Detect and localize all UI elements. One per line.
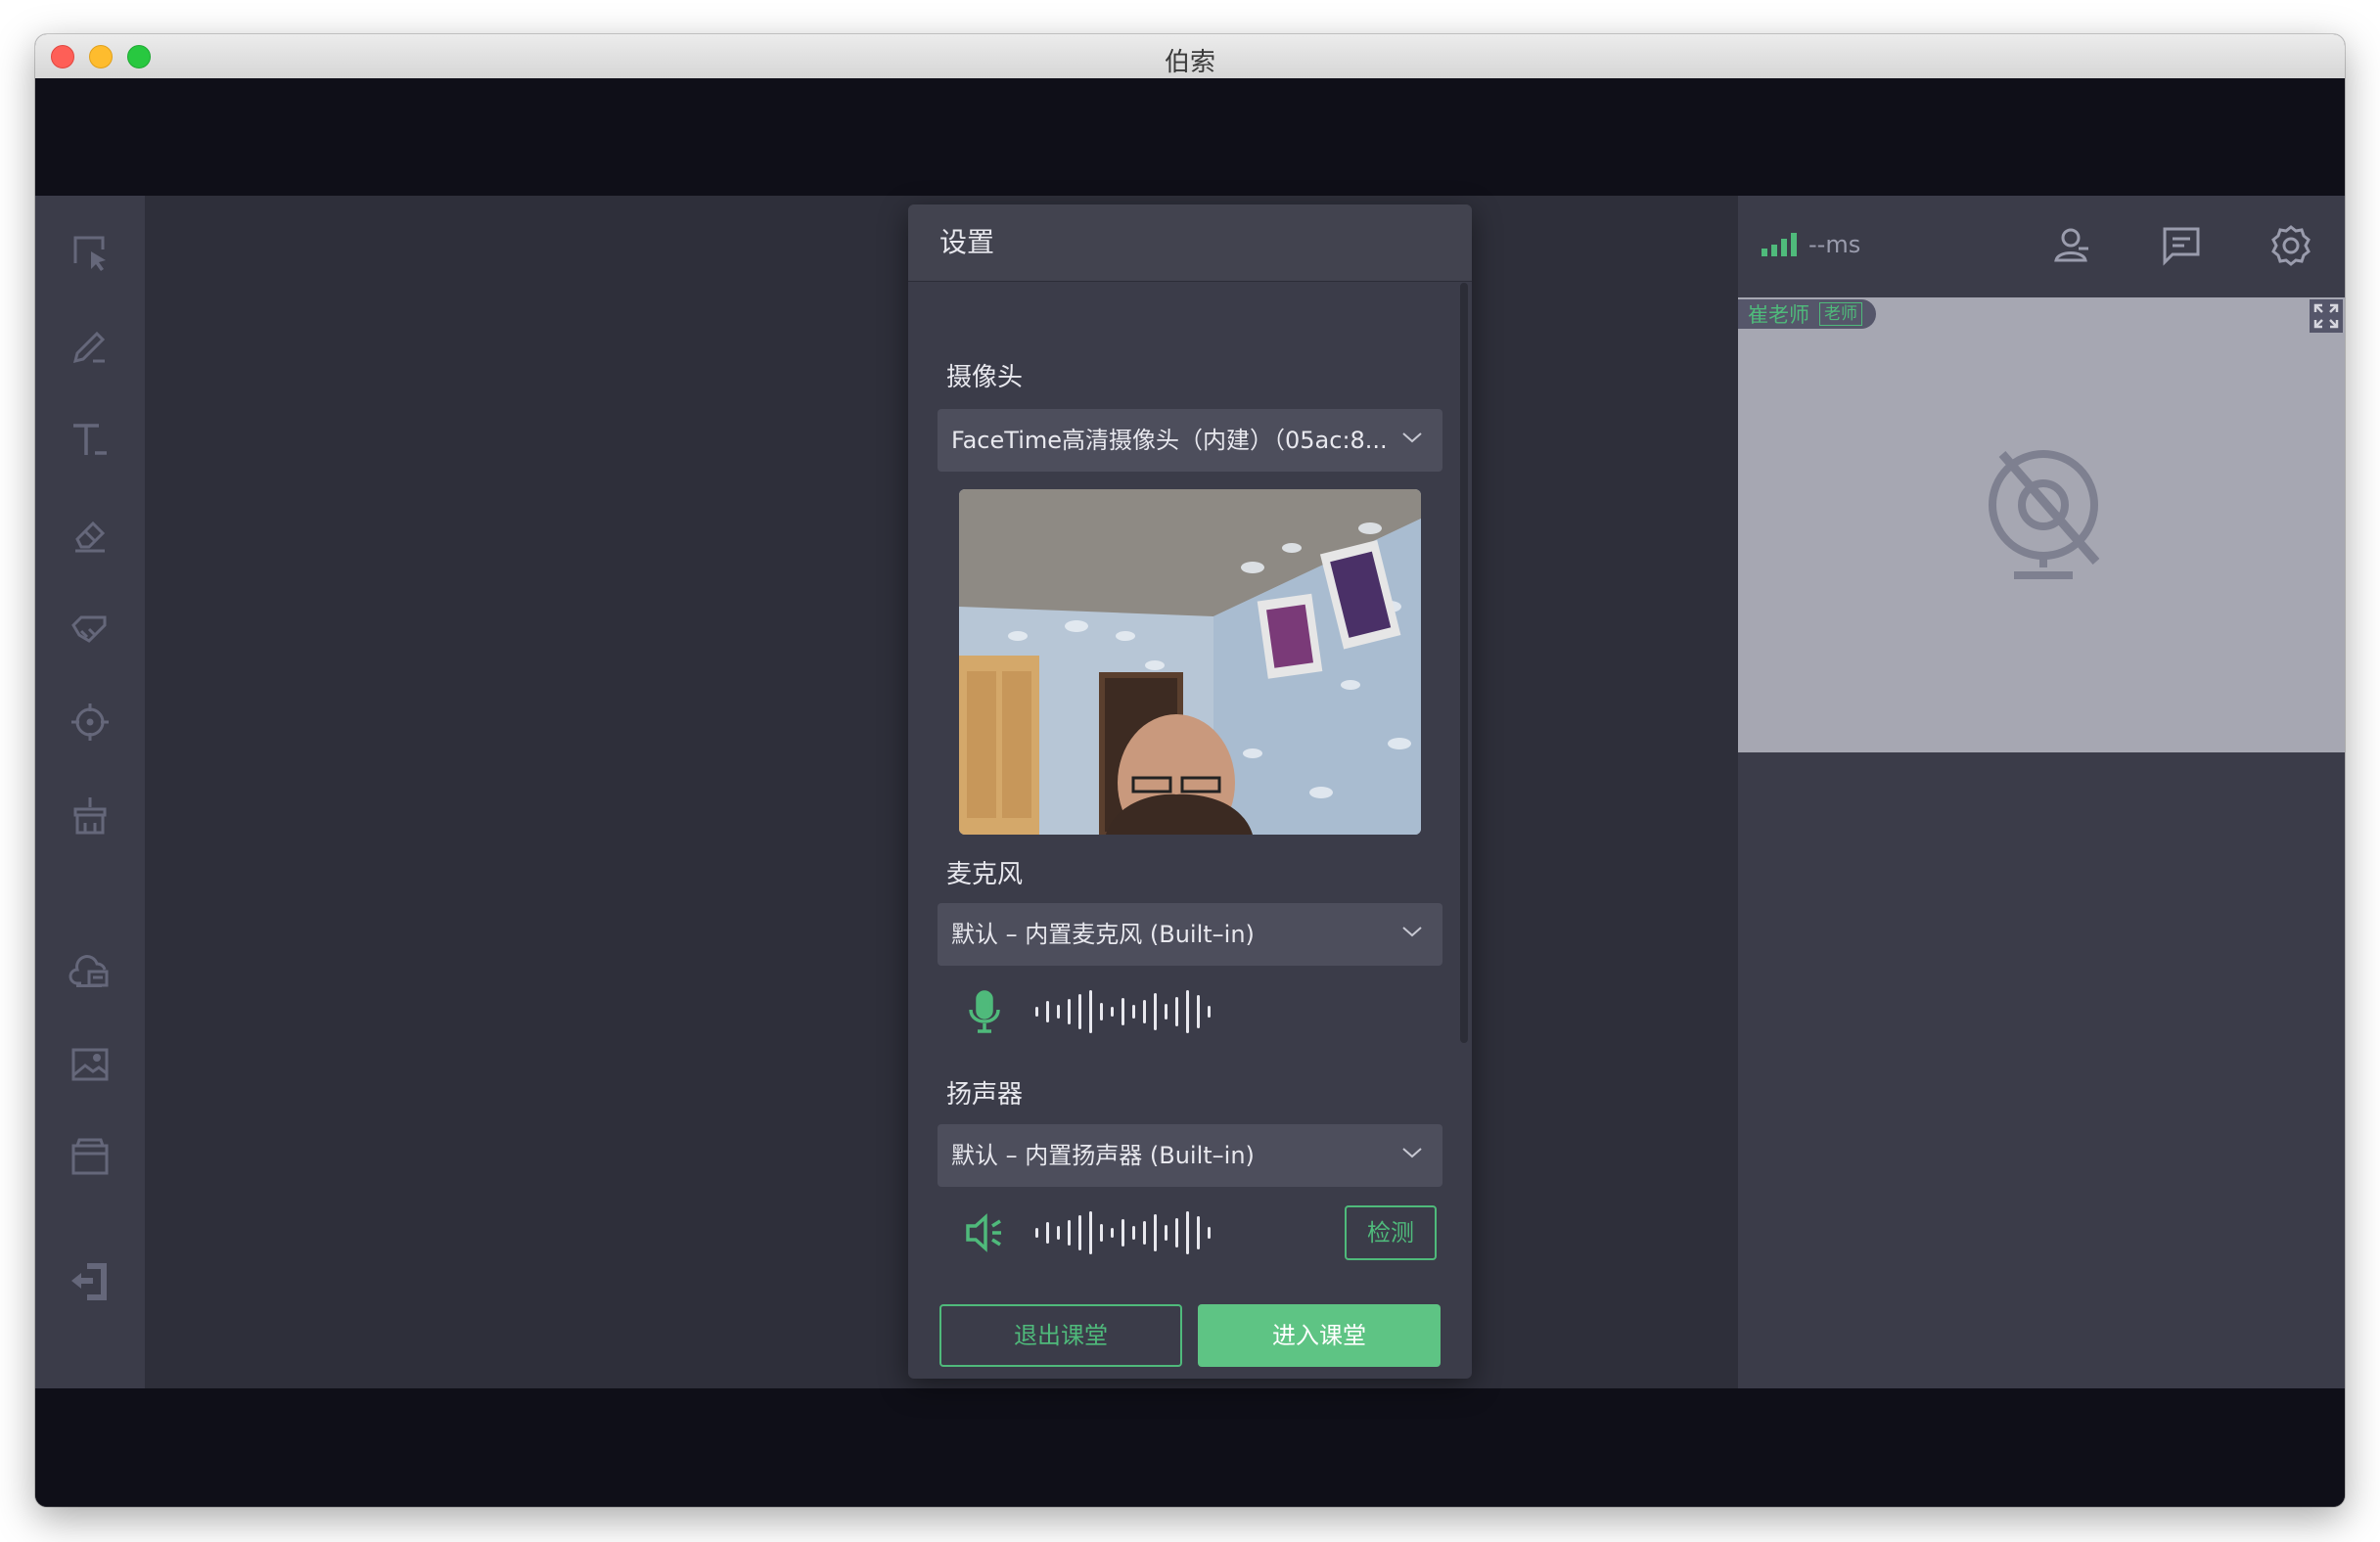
speaker-select-value: 默认 – 内置扬声器 (Built–in) [951,1142,1255,1169]
camera-select-value: FaceTime高清摄像头（内建）（05ac:8... [951,427,1388,454]
app-window: 伯索 --ms 崔老师 老师 设置 摄像头 FaceTime高清摄像头（内建）（… [35,34,2345,1507]
chat-icon [2163,227,2200,266]
select-icon [73,236,106,271]
chevron-down-icon [1402,432,1422,443]
microphone-select-value: 默认 – 内置麦克风 (Built–in) [951,921,1255,948]
speaker-label: 扬声器 [946,1080,1024,1110]
microphone-level-meter [1035,988,1211,1035]
speaker-icon [966,1213,1001,1252]
gear-icon [2271,225,2311,266]
role-badge: 老师 [1819,302,1862,326]
expand-icon [2313,303,2339,329]
signal-strength-icon [1762,233,1797,256]
latency-text: --ms [1808,231,1861,258]
participant-name-tag: 崔老师 老师 [1738,299,1876,329]
eraser-icon [75,521,106,553]
clear-tool[interactable] [65,791,115,841]
microphone-icon [969,990,1000,1033]
chevron-down-icon [1402,1148,1422,1158]
speaker-select[interactable]: 默认 – 内置扬声器 (Built–in) [938,1124,1442,1187]
top-bar [35,78,2345,196]
laser-pointer-icon [71,703,109,741]
chat-button[interactable] [2159,223,2204,268]
image-tool[interactable] [65,1039,115,1090]
window-title: 伯索 [1164,48,1215,77]
microphone-select[interactable]: 默认 – 内置麦克风 (Built–in) [938,903,1442,966]
box-tool[interactable] [65,1133,115,1184]
camera-label: 摄像头 [946,363,1024,392]
members-button[interactable] [2049,223,2094,268]
image-icon [71,1048,109,1081]
box-icon [71,1138,109,1175]
fullscreen-button[interactable] [2310,299,2343,333]
pen-tool[interactable] [65,321,115,372]
bottom-bar [35,1388,2345,1507]
camera-preview [959,489,1421,835]
whiteboard-toolbar [35,196,145,1388]
clear-brush-icon [73,797,107,835]
camera-preview-frame [959,489,1421,835]
cloud-courseware-tool[interactable] [65,945,115,996]
exit-icon [71,1263,107,1300]
dialog-scrollbar[interactable] [1460,283,1468,1043]
participant-name: 崔老师 [1748,303,1809,327]
highlighter-icon [71,615,107,643]
speaker-level-meter [1035,1209,1211,1256]
right-panel: --ms 崔老师 老师 [1738,196,2345,1388]
settings-button[interactable] [2268,223,2313,268]
settings-dialog: 设置 摄像头 FaceTime高清摄像头（内建）（05ac:8... 麦克风 默… [908,204,1472,1379]
dialog-title: 设置 [908,204,1472,282]
teacher-video-tile: 崔老师 老师 [1738,297,2345,752]
chevron-down-icon [1402,927,1422,937]
camera-off-icon [1989,450,2100,579]
pen-icon [72,331,106,364]
exit-classroom-button[interactable]: 退出课堂 [939,1304,1182,1367]
camera-select[interactable]: FaceTime高清摄像头（内建）（05ac:8... [938,409,1442,472]
enter-classroom-button[interactable]: 进入课堂 [1198,1304,1441,1367]
select-tool[interactable] [65,227,115,278]
eraser-tool[interactable] [65,509,115,560]
microphone-label: 麦克风 [946,860,1024,889]
user-icon [2054,228,2088,262]
text-icon [73,424,107,455]
text-tool[interactable] [65,415,115,466]
laser-pointer-tool[interactable] [65,697,115,748]
exit-tool[interactable] [65,1256,115,1307]
detect-speaker-button[interactable]: 检测 [1345,1205,1437,1260]
highlighter-tool[interactable] [65,603,115,654]
title-bar: 伯索 [35,34,2345,79]
cloud-courseware-icon [69,955,109,987]
